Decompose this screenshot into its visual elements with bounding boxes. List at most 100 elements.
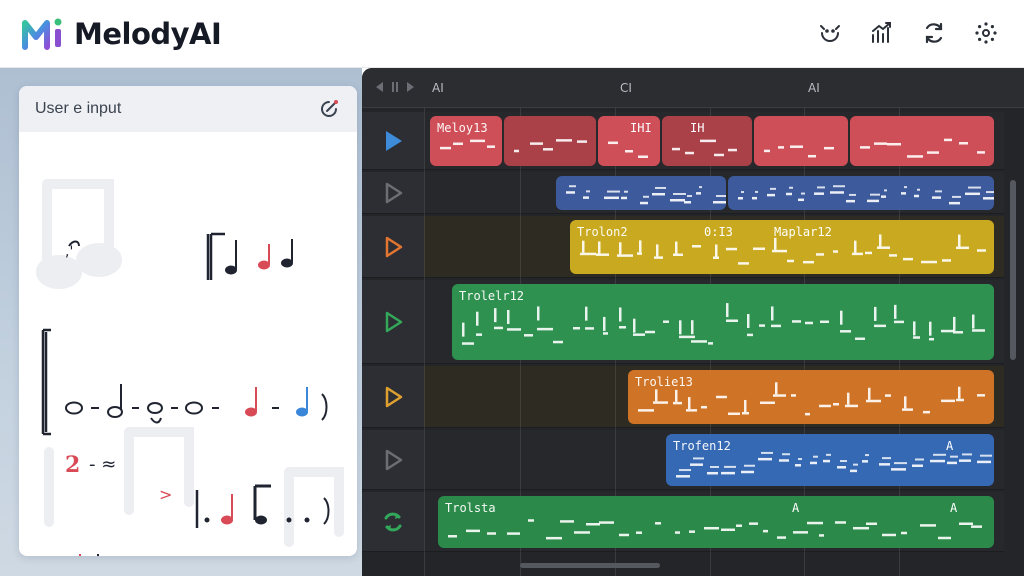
clip-track-2-part-2[interactable] <box>728 176 994 210</box>
note-stem <box>747 314 750 329</box>
ruler-label-3: AI <box>808 81 820 95</box>
note-bar <box>877 246 890 249</box>
clip-track-1-part-2[interactable] <box>504 116 596 166</box>
note-bar <box>574 531 590 534</box>
note-bar <box>696 192 701 195</box>
play-icon[interactable] <box>380 384 406 410</box>
clip-track-7[interactable]: Trolsta <box>438 496 994 548</box>
note-bar <box>986 191 994 194</box>
emoji-button[interactable] <box>814 17 846 49</box>
note-bar <box>977 394 985 397</box>
forward-icon[interactable] <box>406 81 416 93</box>
clip-track-1-part-4[interactable] <box>662 116 752 166</box>
clip-notes <box>764 145 834 158</box>
notation-line-5: ? <box>79 554 99 556</box>
play-icon[interactable] <box>380 447 406 473</box>
note-bar <box>837 466 846 469</box>
horizontal-scrollbar[interactable] <box>520 563 660 568</box>
settings-button[interactable] <box>970 17 1002 49</box>
note-stem <box>691 320 694 335</box>
note-bar <box>462 342 474 345</box>
clip-marker-text: IH <box>690 121 705 135</box>
clip-label: Trofen12 <box>673 439 731 453</box>
note-bar <box>777 536 786 539</box>
clip-track-6[interactable]: Trofen12 <box>666 434 994 486</box>
rewind-icon[interactable] <box>374 81 384 93</box>
note-bar <box>764 149 770 153</box>
note-bar <box>676 475 690 478</box>
notation-symbol-3b: - ≈ <box>89 454 116 475</box>
note-bar <box>707 471 718 475</box>
clip-marker-text: A <box>792 501 800 515</box>
clip-track-1-part-5[interactable] <box>754 116 848 166</box>
analytics-button[interactable] <box>866 17 898 49</box>
note-stem <box>656 244 659 257</box>
note-bar <box>753 247 765 251</box>
note-stem <box>494 308 497 323</box>
app-logo[interactable]: MelodyAI <box>22 17 222 51</box>
clip-track-1-part-6[interactable] <box>850 116 994 166</box>
note-bar <box>645 330 655 334</box>
note-bar <box>852 252 863 256</box>
note-bar <box>917 188 920 191</box>
note-bar <box>487 145 495 148</box>
note-bar <box>912 464 923 467</box>
music-notation: ,' 2 - ≈ > <box>36 179 344 556</box>
note-bar <box>670 198 685 202</box>
note-bar <box>704 526 719 530</box>
play-icon[interactable] <box>380 309 406 335</box>
clip-track-4[interactable]: Trolelr12 <box>452 284 994 360</box>
note-bar <box>673 401 682 405</box>
clip-notes <box>514 139 587 153</box>
note-bar <box>713 256 719 259</box>
note-stem <box>879 234 882 247</box>
clip-track-1-part-1[interactable]: Meloy13 <box>430 116 502 166</box>
note-bar <box>708 342 713 345</box>
note-bar <box>778 146 784 149</box>
note-bar <box>759 324 765 327</box>
note-stem <box>715 244 718 257</box>
track-4-control <box>362 280 424 364</box>
note-bar <box>793 531 808 534</box>
edit-icon[interactable] <box>317 97 341 121</box>
note-stem <box>913 321 916 336</box>
note-stem <box>929 321 932 336</box>
note-stem <box>582 240 585 253</box>
play-icon[interactable] <box>380 128 406 154</box>
refresh-icon <box>925 22 943 44</box>
note-bar <box>817 186 825 189</box>
play-icon[interactable] <box>380 180 406 206</box>
clip-track-2-part-1[interactable] <box>556 176 726 210</box>
clip-label: Meloy13 <box>437 121 488 135</box>
note-bar <box>685 151 694 155</box>
note-bar <box>952 195 961 198</box>
pause-icon[interactable] <box>390 81 400 93</box>
note-bar <box>736 524 742 527</box>
note-stem <box>462 322 465 337</box>
play-icon[interactable] <box>380 234 406 260</box>
note-bar <box>929 337 934 341</box>
note-bar <box>933 453 946 456</box>
note-bar <box>884 189 887 192</box>
note-bar <box>742 411 749 415</box>
note-bar <box>845 404 858 408</box>
note-bar <box>507 328 521 331</box>
transport-controls <box>374 81 416 93</box>
note-bar <box>577 140 587 143</box>
note-bar <box>782 453 790 456</box>
refresh-button[interactable] <box>918 17 950 49</box>
timeline-ruler[interactable]: AI CI AI <box>362 68 1024 108</box>
note-bar <box>950 455 958 458</box>
note-bar <box>528 519 534 522</box>
note-bar <box>849 193 856 196</box>
vertical-scrollbar[interactable] <box>1010 180 1016 360</box>
note-stem <box>585 306 588 321</box>
note-bar <box>956 246 969 250</box>
clip-track-5[interactable]: Trolie13 <box>628 370 994 424</box>
note-bar <box>625 150 633 153</box>
note-bar <box>867 199 879 203</box>
note-bar <box>663 320 669 323</box>
loop-icon[interactable] <box>380 509 406 535</box>
note-bar <box>938 536 951 540</box>
note-bar <box>738 197 743 200</box>
